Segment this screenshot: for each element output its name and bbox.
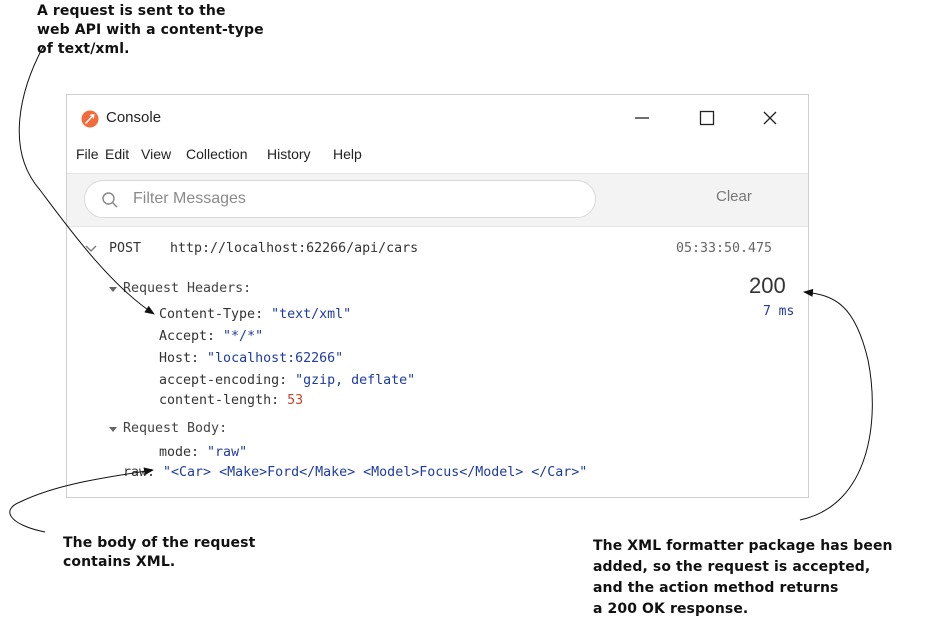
menu-bar: File Edit View Collection History Help (67, 143, 808, 165)
filter-toolbar: Clear (67, 173, 808, 227)
annotation-line: The body of the request (63, 535, 256, 551)
header-host: Host: "localhost:62266" (159, 351, 343, 366)
header-key: Host: (159, 351, 208, 366)
maximize-button[interactable] (687, 103, 727, 133)
body-value: "<Car> <Make>Ford</Make> <Model>Focus</M… (163, 465, 588, 480)
response-duration: 7 ms (763, 304, 795, 319)
window-title: Console (106, 109, 162, 126)
header-key: content-length: (159, 393, 288, 408)
body-key: mode: (159, 445, 208, 460)
expand-triangle-icon[interactable] (109, 287, 117, 292)
search-icon (102, 192, 118, 208)
menu-help[interactable]: Help (333, 146, 362, 162)
menu-view[interactable]: View (141, 146, 171, 162)
header-key: Accept: (159, 329, 224, 344)
header-content-length: content-length: 53 (159, 393, 303, 408)
console-window: Console File Edit View Collection Histor… (66, 94, 809, 498)
expand-triangle-icon[interactable] (109, 427, 117, 432)
header-key: accept-encoding: (159, 373, 296, 388)
header-accept-encoding: accept-encoding: "gzip, deflate" (159, 373, 415, 388)
menu-file[interactable]: File (76, 146, 99, 162)
request-method[interactable]: POST (109, 241, 141, 256)
filter-messages-input[interactable] (133, 188, 573, 210)
annotation-line: and the action method returns (593, 580, 839, 596)
postman-icon (81, 110, 99, 128)
annotation-line: contains XML. (63, 554, 176, 570)
annotation-request-sent: A request is sent to the web API with a … (37, 2, 264, 59)
close-icon (763, 111, 777, 125)
filter-box[interactable] (84, 180, 596, 218)
annotation-line: A request is sent to the (37, 3, 226, 19)
close-button[interactable] (750, 103, 790, 133)
body-mode: mode: "raw" (159, 445, 247, 460)
header-value: "localhost:62266" (207, 351, 344, 366)
title-bar[interactable]: Console (67, 95, 808, 143)
header-value: 53 (287, 393, 304, 408)
header-value: "*/*" (223, 329, 264, 344)
body-raw: raw: "<Car> <Make>Ford</Make> <Model>Foc… (123, 465, 587, 480)
status-code: 200 (749, 273, 786, 298)
request-body-label[interactable]: Request Body: (123, 421, 227, 436)
body-key: raw: (123, 465, 164, 480)
header-value: "text/xml" (271, 307, 352, 322)
menu-edit[interactable]: Edit (105, 146, 129, 162)
annotation-line: web API with a content-type (37, 22, 264, 38)
arrow-to-status-code (799, 288, 873, 521)
annotation-line: of text/xml. (37, 41, 130, 57)
annotation-request-body: The body of the request contains XML. (63, 534, 255, 572)
header-accept: Accept: "*/*" (159, 329, 263, 344)
body-value: "raw" (207, 445, 248, 460)
annotation-line: a 200 OK response. (593, 601, 749, 617)
annotation-line: added, so the request is accepted, (593, 559, 871, 575)
header-key: Content-Type: (159, 307, 272, 322)
menu-collection[interactable]: Collection (186, 146, 247, 162)
clear-button[interactable]: Clear (716, 188, 752, 205)
header-content-type: Content-Type: "text/xml" (159, 307, 351, 322)
request-timestamp: 05:33:50.475 (676, 241, 773, 256)
minimize-button[interactable] (622, 103, 662, 133)
annotation-xml-formatter: The XML formatter package has been added… (593, 536, 893, 620)
request-headers-label[interactable]: Request Headers: (123, 281, 251, 296)
maximize-icon (699, 110, 715, 126)
header-value: "gzip, deflate" (295, 373, 416, 388)
minimize-icon (635, 117, 649, 119)
request-url[interactable]: http://localhost:62266/api/cars (170, 241, 418, 256)
annotation-line: The XML formatter package has been (593, 538, 893, 554)
chevron-down-icon[interactable] (84, 241, 98, 255)
menu-history[interactable]: History (267, 146, 311, 162)
